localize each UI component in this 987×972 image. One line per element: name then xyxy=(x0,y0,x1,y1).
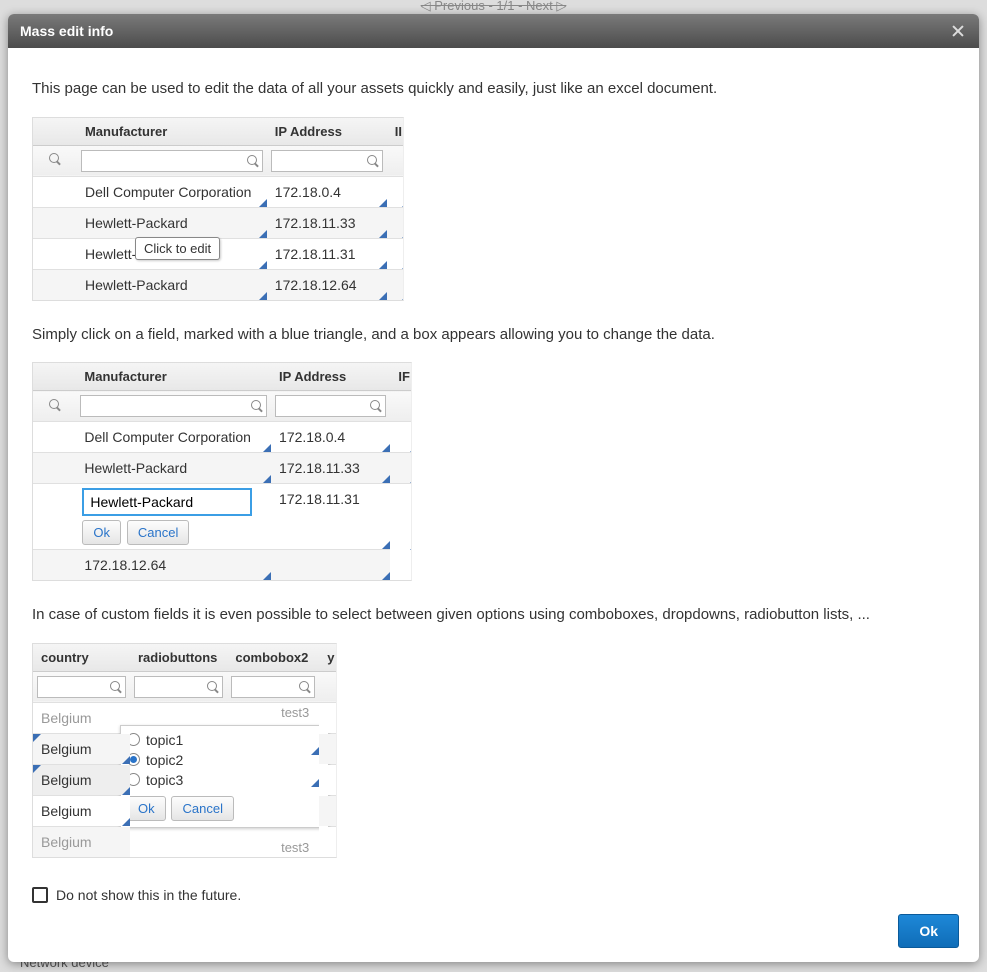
ok-button[interactable]: Ok xyxy=(127,796,166,821)
search-icon xyxy=(250,399,264,413)
col-radiobuttons: radiobuttons xyxy=(130,644,227,672)
search-icon xyxy=(48,398,62,412)
ok-button[interactable]: Ok xyxy=(898,914,959,948)
filter-manufacturer[interactable] xyxy=(81,150,263,172)
filter-radio[interactable] xyxy=(134,676,223,698)
suppress-row[interactable]: Do not show this in the future. xyxy=(32,887,955,903)
cell[interactable]: Hewlett-Packard xyxy=(77,207,267,238)
col-manufacturer: Manufacturer xyxy=(76,363,271,391)
edit-input[interactable] xyxy=(82,488,252,516)
col-country: country xyxy=(33,644,130,672)
dialog-title: Mass edit info xyxy=(20,23,949,39)
col-ip: IP Address xyxy=(267,118,387,146)
checkbox-icon[interactable] xyxy=(32,887,48,903)
intro-paragraph-1: This page can be used to edit the data o… xyxy=(32,78,955,101)
sample-table-1: Manufacturer IP Address II Dell Computer… xyxy=(32,117,404,301)
cell[interactable]: Hewlett-Packard xyxy=(76,453,271,484)
click-to-edit-tooltip: Click to edit xyxy=(135,237,220,260)
sample-table-2: Manufacturer IP Address IF Dell Computer… xyxy=(32,362,412,581)
col-3: IF xyxy=(390,363,412,391)
filter-country[interactable] xyxy=(37,676,126,698)
cell[interactable]: 172.18.0.4 xyxy=(271,422,390,453)
search-icon xyxy=(48,152,62,166)
cell[interactable]: 172.18.0.4 xyxy=(267,176,387,207)
cell: test3 xyxy=(281,705,309,720)
col-4: y xyxy=(319,644,337,672)
editing-cell[interactable]: Ok Cancel xyxy=(76,484,271,550)
filter-icon[interactable] xyxy=(33,145,77,176)
cell[interactable]: Belgium xyxy=(33,826,130,857)
filter-manufacturer[interactable] xyxy=(80,395,267,417)
cell[interactable]: Hewlett-Packard xyxy=(77,269,267,300)
dialog-header: Mass edit info xyxy=(8,14,979,48)
radio-editor: topic1 topic2 topic3 Ok Cancel xyxy=(120,725,329,828)
mass-edit-dialog: Mass edit info This page can be used to … xyxy=(8,14,979,962)
radio-option[interactable]: topic1 xyxy=(127,730,322,750)
filter-icon[interactable] xyxy=(33,391,76,422)
cell[interactable]: Belgium xyxy=(33,795,130,826)
search-icon xyxy=(298,680,312,694)
background-pager: ◁ Previous - 1/1 - Next ▷ xyxy=(421,0,567,14)
filter-combo[interactable] xyxy=(231,676,315,698)
col-ip: IP Address xyxy=(271,363,390,391)
cell[interactable]: Hewlett-Click to edit xyxy=(77,238,267,269)
dialog-body: This page can be used to edit the data o… xyxy=(8,48,979,906)
col-combobox2: combobox2 xyxy=(227,644,319,672)
cell[interactable]: 172.18.12.64 xyxy=(76,550,271,581)
cancel-button[interactable]: Cancel xyxy=(127,520,189,545)
close-icon[interactable] xyxy=(949,22,967,40)
radio-option[interactable]: topic2 xyxy=(127,750,322,770)
col-3: II xyxy=(387,118,404,146)
dialog-footer: Ok xyxy=(8,906,979,962)
cell[interactable]: Dell Computer Corporation xyxy=(77,176,267,207)
filter-ip[interactable] xyxy=(271,150,383,172)
cell[interactable]: Belgium xyxy=(33,733,130,764)
col-manufacturer: Manufacturer xyxy=(77,118,267,146)
cancel-button[interactable]: Cancel xyxy=(171,796,233,821)
cell: test3 xyxy=(281,840,309,855)
search-icon xyxy=(109,680,123,694)
search-icon xyxy=(369,399,383,413)
filter-ip[interactable] xyxy=(275,395,386,417)
ok-button[interactable]: Ok xyxy=(82,520,121,545)
cell[interactable]: Belgium xyxy=(33,764,130,795)
intro-paragraph-2: Simply click on a field, marked with a b… xyxy=(32,324,955,347)
search-icon xyxy=(366,154,380,168)
suppress-label: Do not show this in the future. xyxy=(56,887,241,903)
search-icon xyxy=(246,154,260,168)
cell[interactable]: 172.18.11.31 xyxy=(267,238,387,269)
sample-table-3: country radiobuttons combobox2 y Belgium xyxy=(32,643,337,858)
cell[interactable]: Belgium xyxy=(33,702,130,733)
cell[interactable]: Dell Computer Corporation xyxy=(76,422,271,453)
cell[interactable]: 172.18.12.64 xyxy=(267,269,387,300)
search-icon xyxy=(206,680,220,694)
cell[interactable]: 172.18.11.33 xyxy=(271,453,390,484)
radio-option[interactable]: topic3 xyxy=(127,770,322,790)
cell[interactable]: 172.18.11.33 xyxy=(267,207,387,238)
cell[interactable]: 172.18.11.31 xyxy=(271,484,390,550)
intro-paragraph-3: In case of custom fields it is even poss… xyxy=(32,604,955,627)
